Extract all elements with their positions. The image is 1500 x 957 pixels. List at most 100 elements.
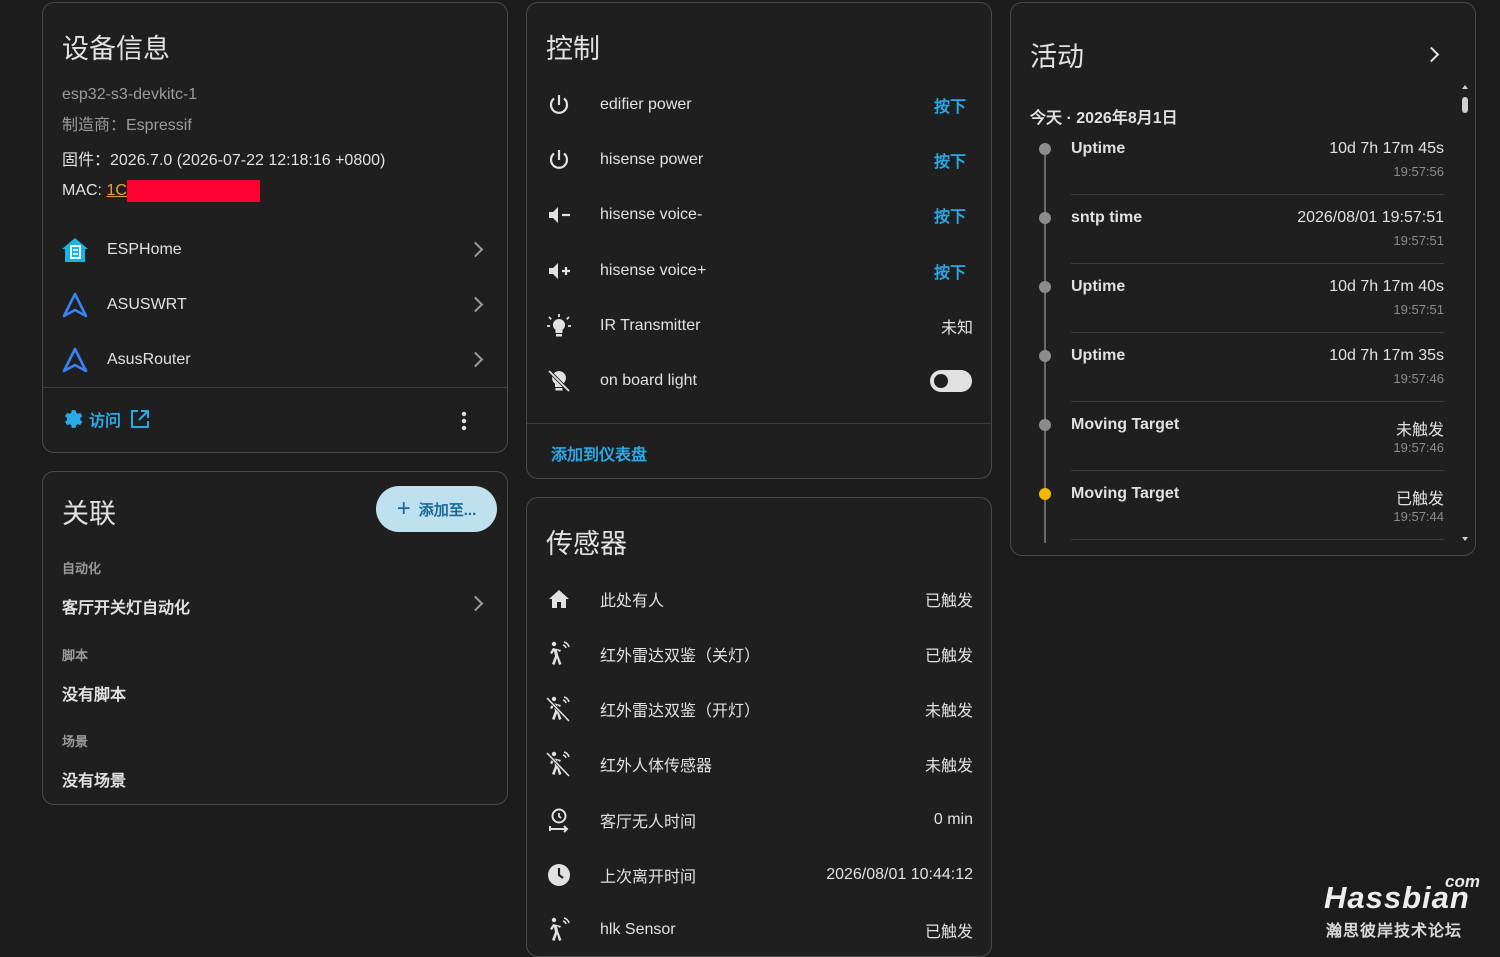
- sensor-dual-off[interactable]: 红外雷达双鉴（关灯） 已触发: [527, 626, 991, 681]
- activity-time: 19:57:51: [1393, 233, 1444, 248]
- timeline-dot-active: [1039, 488, 1051, 500]
- activity-entity[interactable]: Uptime: [1071, 278, 1125, 296]
- activity-time: 19:57:46: [1393, 371, 1444, 386]
- device-info-card: 设备信息 esp32-s3-devkitc-1 制造商：Espressif 固件…: [42, 2, 508, 453]
- integration-esphome[interactable]: ESPHome: [43, 222, 507, 277]
- sensor-label: 此处有人: [600, 592, 665, 610]
- on-board-light-toggle[interactable]: [930, 369, 972, 392]
- sensor-dual-on[interactable]: 红外雷达双鉴（开灯） 未触发: [527, 681, 991, 736]
- related-card: 关联 + 添加至... 自动化 客厅开关灯自动化 脚本 没有脚本 场景 没有场景: [42, 471, 508, 805]
- sensor-label: 红外雷达双鉴（关灯）: [600, 647, 761, 665]
- activity-entity[interactable]: Uptime: [1071, 347, 1125, 365]
- mac-redaction: [126, 180, 260, 202]
- motion-sensor-icon: [545, 640, 573, 668]
- motion-sensor-off-icon: [545, 695, 573, 723]
- open-in-new-icon: [129, 408, 151, 430]
- sensor-label: 上次离开时间: [600, 868, 697, 886]
- power-icon: [545, 91, 573, 119]
- scrollbar[interactable]: [1461, 85, 1469, 541]
- activity-time: 19:57:56: [1393, 164, 1444, 179]
- home-icon: [545, 585, 573, 613]
- control-label: IR Transmitter: [600, 316, 701, 334]
- divider: [1071, 332, 1444, 333]
- integration-asusrouter[interactable]: AsusRouter: [43, 332, 507, 387]
- sensor-occupancy[interactable]: 此处有人 已触发: [527, 571, 991, 626]
- mac-label: MAC:: [62, 182, 107, 199]
- power-icon: [545, 146, 573, 174]
- scroll-down-arrow[interactable]: [1462, 537, 1468, 541]
- control-on-board-light: on board light: [527, 353, 991, 408]
- light-bulb-on-icon: [545, 312, 573, 340]
- control-label: hisense voice+: [600, 261, 707, 279]
- divider: [1071, 539, 1444, 540]
- automation-item[interactable]: 客厅开关灯自动化: [62, 594, 190, 618]
- sensor-state: 已触发: [924, 592, 973, 610]
- sensor-hlk[interactable]: hlk Sensor 已触发: [527, 902, 991, 956]
- sensor-label: 红外人体传感器: [600, 757, 713, 775]
- controls-card: 控制 edifier power 按下 hisense power 按下 his…: [526, 2, 992, 479]
- chevron-right-icon[interactable]: [1423, 46, 1440, 63]
- sensor-state: 0 min: [933, 810, 973, 828]
- add-to-label: 添加至...: [418, 501, 477, 519]
- activity-value: 未触发: [1395, 422, 1444, 439]
- activity-value: 已触发: [1395, 491, 1444, 508]
- control-hisense-voice-plus: hisense voice+ 按下: [527, 243, 991, 298]
- sensor-state: 已触发: [924, 923, 973, 941]
- activity-entity[interactable]: Uptime: [1071, 140, 1125, 158]
- press-button[interactable]: 按下: [934, 259, 966, 283]
- watermark-brand: Hassbian: [1324, 880, 1470, 915]
- sensors-card: 传感器 此处有人 已触发 红外雷达双鉴（关灯） 已触发 红外雷达双鉴（开灯） 未…: [526, 497, 992, 957]
- device-info-title: 设备信息: [62, 34, 170, 64]
- activity-time: 19:57:44: [1393, 509, 1444, 524]
- sensor-label: 客厅无人时间: [600, 813, 697, 831]
- sensor-label: 红外雷达双鉴（开灯）: [600, 702, 761, 720]
- controls-title: 控制: [546, 34, 600, 64]
- control-ir-transmitter: IR Transmitter 未知: [527, 298, 991, 353]
- integration-label: ASUSWRT: [107, 295, 187, 313]
- integration-label: ESPHome: [107, 240, 182, 258]
- chevron-right-icon: [467, 241, 484, 258]
- hassbian-watermark: com Hassbian 瀚思彼岸技术论坛: [1322, 870, 1482, 940]
- sensor-state: 已触发: [924, 647, 973, 665]
- script-section: 脚本: [62, 648, 89, 663]
- divider: [1071, 263, 1444, 264]
- control-label: hisense power: [600, 150, 704, 168]
- add-to-button[interactable]: + 添加至...: [376, 486, 497, 532]
- activity-date-header: 今天 · 2026年8月1日: [1030, 110, 1178, 127]
- activity-entity[interactable]: sntp time: [1071, 209, 1142, 227]
- chevron-right-icon[interactable]: [467, 595, 484, 612]
- plus-icon: +: [396, 495, 411, 522]
- activity-title: 活动: [1030, 42, 1084, 72]
- timeline-line: [1044, 149, 1046, 543]
- press-button[interactable]: 按下: [934, 148, 966, 172]
- sensor-state: 未触发: [924, 757, 973, 775]
- volume-plus-icon: [545, 257, 573, 285]
- scrollbar-thumb[interactable]: [1462, 97, 1468, 113]
- asus-icon: [61, 291, 89, 319]
- control-label: hisense voice-: [600, 205, 703, 223]
- activity-card: 活动 今天 · 2026年8月1日 Uptime 10d 7h 17m 45s …: [1010, 2, 1476, 556]
- sensor-last-leave[interactable]: 上次离开时间 2026/08/01 10:44:12: [527, 847, 991, 902]
- activity-time: 19:57:51: [1393, 302, 1444, 317]
- integration-asuswrt[interactable]: ASUSWRT: [43, 277, 507, 332]
- activity-value: 10d 7h 17m 35s: [1329, 347, 1444, 364]
- scene-item: 没有场景: [62, 773, 127, 790]
- press-button[interactable]: 按下: [934, 203, 966, 227]
- device-model: esp32-s3-devkitc-1: [62, 86, 198, 103]
- mac-link[interactable]: 1C: [106, 182, 126, 200]
- visit-button[interactable]: 访问: [59, 407, 151, 431]
- visit-label: 访问: [89, 413, 122, 430]
- sensor-vacant-time[interactable]: 客厅无人时间 0 min: [527, 792, 991, 847]
- activity-entity[interactable]: Moving Target: [1071, 485, 1179, 503]
- device-firmware: 固件：2026.7.0 (2026-07-22 12:18:16 +0800): [62, 152, 386, 169]
- sensors-title: 传感器: [546, 529, 627, 559]
- activity-entity[interactable]: Moving Target: [1071, 416, 1179, 434]
- add-to-dashboard-button[interactable]: 添加到仪表盘: [551, 441, 647, 465]
- more-vert-icon[interactable]: [461, 411, 467, 431]
- divider: [1071, 401, 1444, 402]
- press-button[interactable]: 按下: [934, 93, 966, 117]
- timeline-dot: [1039, 212, 1051, 224]
- scroll-up-arrow[interactable]: [1462, 85, 1468, 89]
- watermark-subtitle: 瀚思彼岸技术论坛: [1326, 923, 1463, 940]
- sensor-pir[interactable]: 红外人体传感器 未触发: [527, 736, 991, 791]
